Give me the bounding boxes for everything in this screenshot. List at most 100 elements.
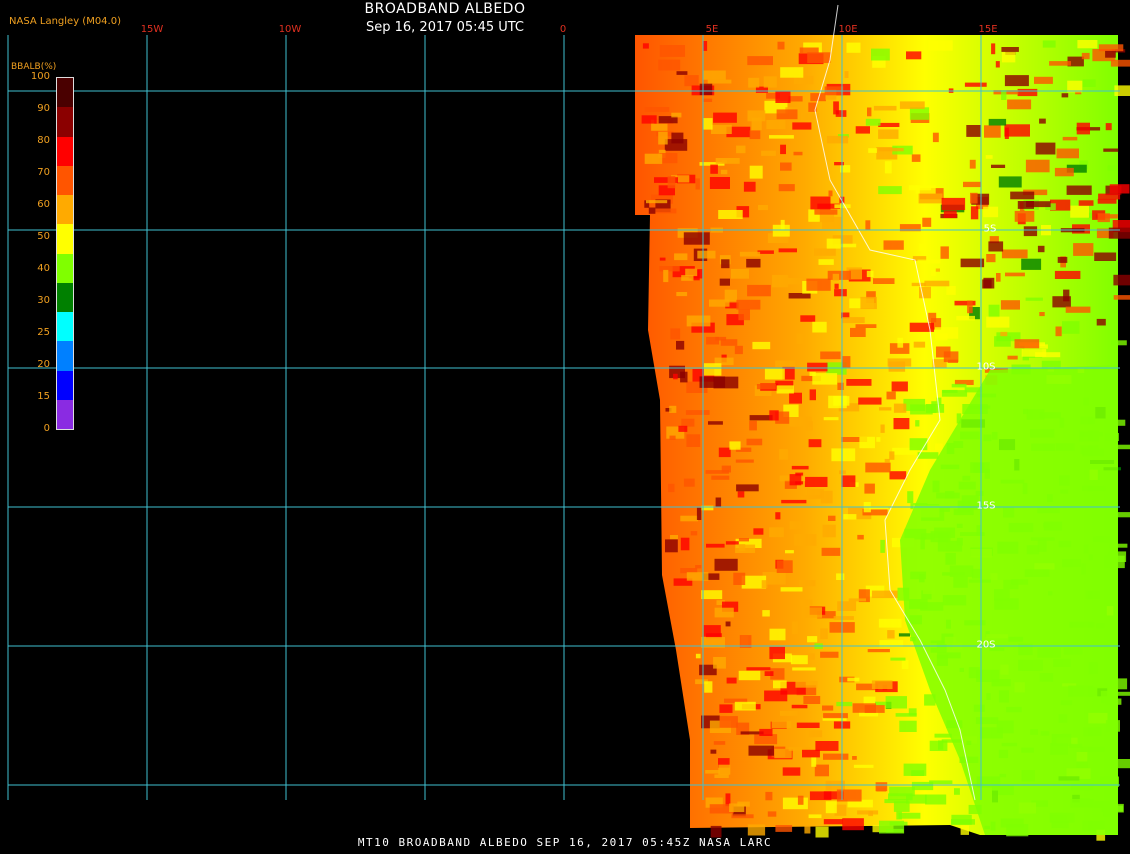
lon-label: 10E <box>838 24 858 35</box>
albedo-patch <box>996 273 1001 282</box>
legend-color-swatch <box>57 312 73 342</box>
albedo-patch <box>908 708 917 716</box>
albedo-patch <box>759 728 773 736</box>
albedo-patch <box>878 129 899 139</box>
albedo-patch <box>843 514 857 520</box>
albedo-patch <box>814 209 838 215</box>
albedo-patch <box>769 410 779 421</box>
albedo-patch <box>820 351 841 360</box>
albedo-patch <box>878 618 902 628</box>
albedo-patch <box>718 447 731 458</box>
albedo-patch <box>1094 252 1117 261</box>
albedo-patch <box>865 220 871 231</box>
albedo-patch <box>736 145 746 154</box>
albedo-patch <box>983 277 995 289</box>
albedo-patch <box>836 573 845 580</box>
albedo-patch <box>762 610 770 617</box>
albedo-patch <box>852 703 876 713</box>
albedo-patch <box>673 373 678 380</box>
albedo-patch <box>776 560 793 573</box>
albedo-patch <box>891 381 908 392</box>
albedo-patch <box>771 721 792 728</box>
albedo-patch <box>719 278 730 286</box>
albedo-patch <box>713 741 726 745</box>
albedo-patch <box>752 341 771 350</box>
albedo-patch <box>800 495 821 500</box>
albedo-patch <box>847 677 860 682</box>
albedo-patch <box>1004 127 1009 139</box>
albedo-patch <box>665 539 678 553</box>
albedo-patch <box>663 269 669 283</box>
albedo-patch <box>807 362 828 372</box>
albedo-patch <box>676 292 688 297</box>
albedo-patch <box>789 474 802 486</box>
albedo-patch <box>970 206 979 220</box>
legend-color-swatch <box>57 195 73 225</box>
albedo-patch <box>1001 249 1028 259</box>
albedo-patch <box>703 98 713 102</box>
albedo-patch <box>991 43 996 55</box>
albedo-patch <box>725 621 731 627</box>
albedo-patch <box>1000 331 1008 337</box>
albedo-patch <box>705 470 729 474</box>
albedo-patch <box>866 270 874 278</box>
legend-label: 90 <box>37 103 50 114</box>
albedo-patch <box>820 651 839 658</box>
albedo-patch <box>1054 270 1081 279</box>
albedo-patch <box>683 232 710 245</box>
albedo-patch <box>659 45 685 57</box>
albedo-patch <box>800 315 816 322</box>
albedo-patch <box>860 296 877 310</box>
albedo-patch <box>855 126 870 134</box>
lon-label: 15E <box>978 24 998 35</box>
albedo-patch <box>814 248 836 256</box>
albedo-patch <box>769 628 786 641</box>
albedo-patch <box>823 819 843 825</box>
albedo-patch <box>804 476 828 487</box>
legend-color-swatch <box>57 136 73 166</box>
albedo-patch <box>669 435 676 440</box>
albedo-patch <box>810 196 831 210</box>
albedo-patch <box>764 368 785 380</box>
albedo-patch <box>747 284 771 297</box>
lon-label: 10W <box>278 24 302 35</box>
albedo-patch <box>1001 52 1016 63</box>
albedo-patch <box>890 657 906 661</box>
albedo-patch <box>746 667 771 671</box>
albedo-patch <box>1097 213 1110 223</box>
albedo-patch <box>764 690 788 702</box>
albedo-patch <box>686 572 709 581</box>
map-timestamp: Sep 16, 2017 05:45 UTC <box>365 20 525 35</box>
albedo-patch <box>681 418 695 427</box>
albedo-patch <box>1034 76 1053 84</box>
albedo-patch <box>796 333 803 345</box>
albedo-patch <box>794 534 817 546</box>
albedo-patch <box>704 363 722 376</box>
albedo-patch <box>823 417 839 421</box>
albedo-patch <box>646 200 668 204</box>
albedo-patch <box>880 539 885 553</box>
albedo-patch <box>709 177 730 189</box>
albedo-patch <box>697 250 716 259</box>
albedo-patch <box>898 812 921 819</box>
albedo-patch <box>808 730 823 738</box>
albedo-patch <box>775 825 793 832</box>
albedo-patch <box>781 499 807 504</box>
albedo-patch <box>822 524 836 538</box>
albedo-patch <box>1023 226 1038 237</box>
albedo-patch <box>942 389 958 393</box>
albedo-patch <box>886 391 896 400</box>
albedo-patch <box>995 61 1000 68</box>
albedo-patch <box>1078 200 1094 206</box>
albedo-patch <box>986 254 996 263</box>
albedo-patch <box>1039 118 1046 124</box>
albedo-patch <box>899 101 925 109</box>
legend-label: 100 <box>30 71 50 82</box>
albedo-patch <box>842 356 851 369</box>
albedo-patch <box>969 159 976 169</box>
albedo-patch <box>901 659 909 670</box>
albedo-patch <box>1004 75 1029 87</box>
albedo-patch <box>720 339 738 346</box>
albedo-patch <box>780 162 792 171</box>
albedo-patch <box>695 565 702 569</box>
